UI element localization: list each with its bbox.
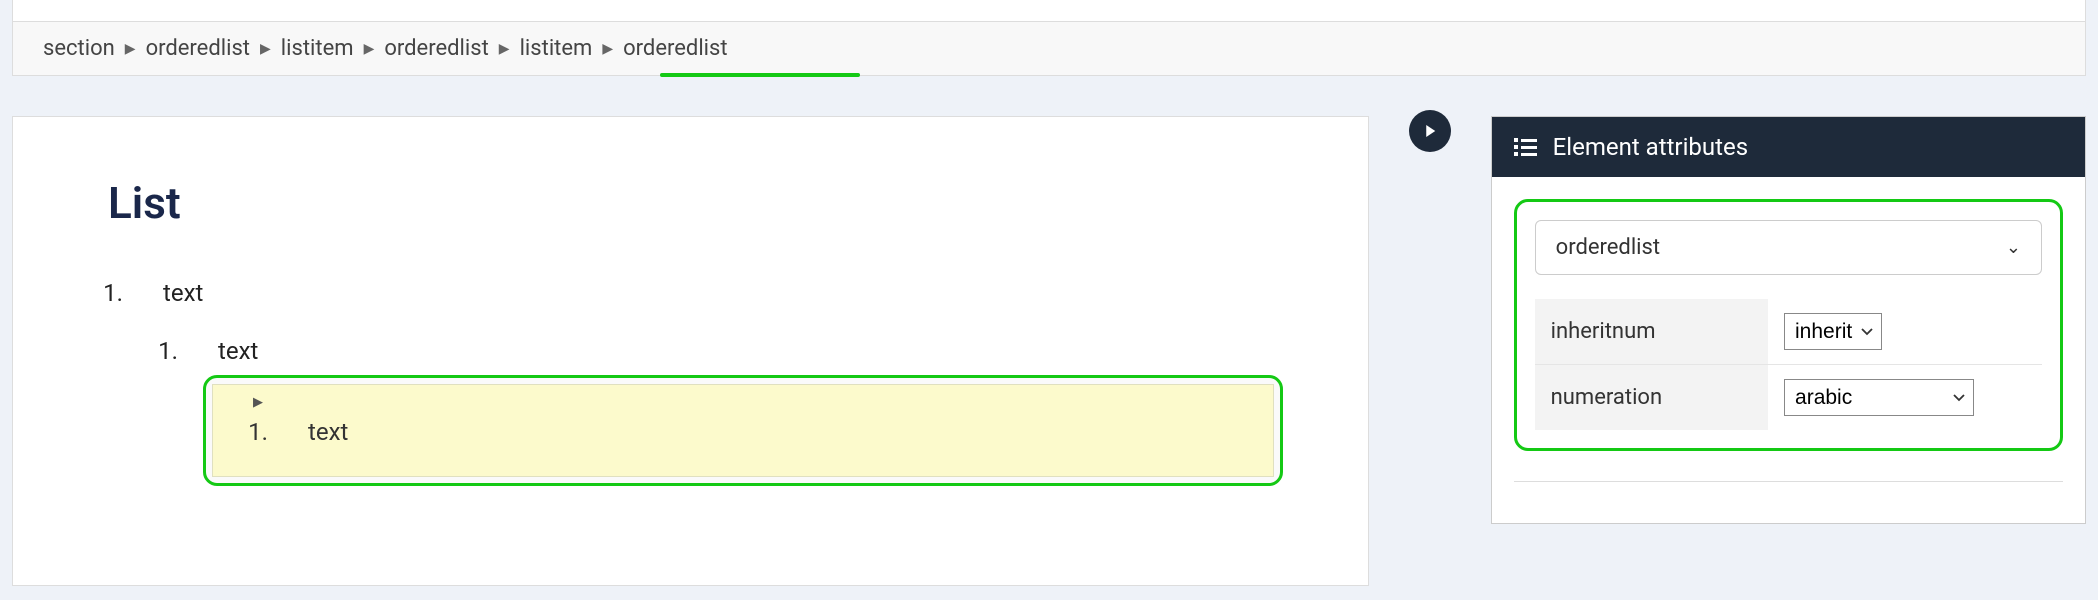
chevron-right-icon: ▶: [125, 41, 136, 57]
panel-collapse-button[interactable]: [1409, 110, 1451, 152]
attributes-table: inheritnum inherit numeration arabic: [1535, 299, 2042, 430]
chevron-right-icon: ▶: [364, 41, 375, 57]
document-title[interactable]: List: [108, 177, 1288, 229]
list-marker: 1.: [148, 337, 178, 365]
list-item[interactable]: 1. text: [93, 279, 1288, 307]
panel-highlight: orderedlist ⌄ inheritnum inherit numerat…: [1514, 199, 2063, 451]
attr-value-cell: arabic: [1768, 365, 2042, 431]
list-item[interactable]: 1. text: [238, 418, 1253, 446]
panel-title: Element attributes: [1553, 133, 1748, 161]
list-icon: [1514, 138, 1537, 156]
breadcrumb-item-listitem[interactable]: listitem: [520, 36, 593, 61]
chevron-right-icon: ▶: [602, 41, 613, 57]
list-text[interactable]: text: [163, 279, 1288, 307]
chevron-right-icon: ▶: [499, 41, 510, 57]
numeration-select[interactable]: arabic: [1784, 379, 1974, 416]
attr-label: numeration: [1535, 365, 1768, 431]
breadcrumb-item-section[interactable]: section: [43, 36, 115, 61]
breadcrumb-item-orderedlist[interactable]: orderedlist: [384, 36, 488, 61]
caret-right-icon[interactable]: ▶: [253, 395, 1253, 410]
breadcrumb-item-orderedlist[interactable]: orderedlist: [623, 36, 727, 61]
panel-body: orderedlist ⌄ inheritnum inherit numerat…: [1492, 177, 2085, 523]
element-name-value: orderedlist: [1556, 235, 1660, 260]
list-item[interactable]: 1. text: [148, 337, 1288, 365]
table-row: numeration arabic: [1535, 365, 2042, 431]
breadcrumb-item-listitem[interactable]: listitem: [281, 36, 354, 61]
editor-pane[interactable]: List 1. text 1. text ▶ 1. text: [12, 116, 1369, 586]
list-text[interactable]: text: [218, 337, 1288, 365]
breadcrumb: section ▶ orderedlist ▶ listitem ▶ order…: [12, 22, 2086, 76]
panel-header: Element attributes: [1492, 117, 2085, 177]
element-name-dropdown[interactable]: orderedlist ⌄: [1535, 220, 2042, 275]
list-level-1: 1. text 1. text ▶ 1. text: [93, 279, 1288, 486]
list-marker: 1.: [93, 279, 123, 307]
panel-section-divider: [1514, 481, 2063, 501]
list-text[interactable]: text: [308, 418, 348, 446]
toolbar-placeholder: [12, 0, 2086, 22]
breadcrumb-item-orderedlist[interactable]: orderedlist: [146, 36, 250, 61]
inheritnum-select[interactable]: inherit: [1784, 313, 1882, 350]
list-level-2: 1. text ▶ 1. text: [148, 337, 1288, 486]
table-row: inheritnum inherit: [1535, 299, 2042, 365]
workspace: List 1. text 1. text ▶ 1. text: [0, 76, 2098, 586]
list-level-3[interactable]: ▶ 1. text: [212, 384, 1274, 477]
chevron-down-icon: ⌄: [2006, 237, 2021, 258]
selected-list-container[interactable]: ▶ 1. text: [203, 375, 1283, 486]
play-icon: [1421, 122, 1439, 140]
chevron-right-icon: ▶: [260, 41, 271, 57]
attr-value-cell: inherit: [1768, 299, 2042, 365]
breadcrumb-highlight: [660, 73, 860, 77]
list-marker: 1.: [238, 418, 268, 446]
attributes-panel: Element attributes orderedlist ⌄ inherit…: [1491, 116, 2086, 524]
attr-label: inheritnum: [1535, 299, 1768, 365]
